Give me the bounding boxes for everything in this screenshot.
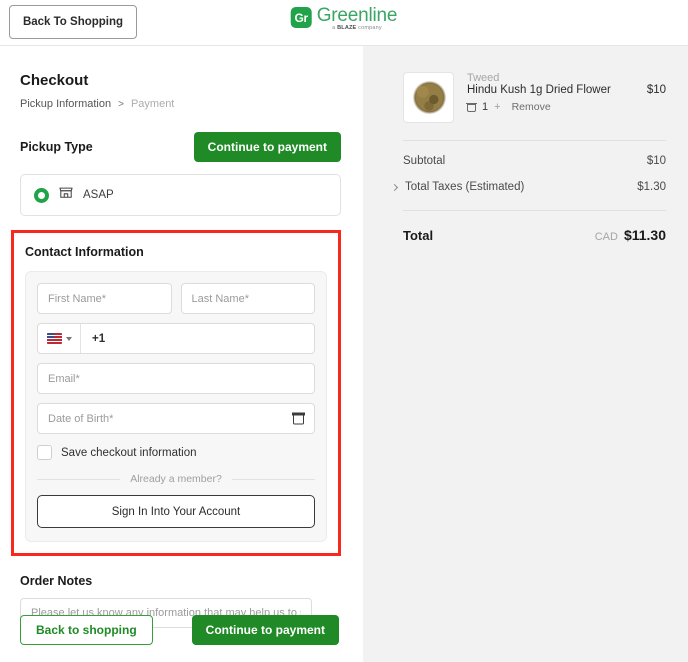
contact-information-title: Contact Information (25, 245, 327, 259)
cart-item: Tweed Hindu Kush 1g Dried Flower $10 1 +… (403, 72, 666, 123)
date-of-birth-input[interactable] (37, 403, 315, 434)
country-code-selector[interactable] (38, 324, 81, 353)
asap-label: ASAP (83, 189, 114, 201)
product-image (411, 79, 448, 116)
summary-divider-bottom (403, 210, 666, 211)
pickup-type-label: Pickup Type (20, 140, 93, 154)
asap-radio-selected-icon[interactable] (34, 188, 49, 203)
remove-item-link[interactable]: Remove (512, 101, 551, 113)
checkout-page: Back To Shopping Gr Greenline a BLAZE co… (0, 0, 688, 662)
contact-information-section: Contact Information +1 (11, 230, 341, 556)
breadcrumb-pickup-information[interactable]: Pickup Information (20, 98, 111, 110)
contact-form-card: +1 Save checkout information Already a m… (25, 271, 327, 542)
product-thumbnail (403, 72, 454, 123)
product-brand: Tweed (467, 72, 666, 84)
footer-actions: Back to shopping Continue to payment (20, 615, 339, 645)
already-a-member-divider: Already a member? (37, 473, 315, 485)
chevron-right-icon[interactable] (391, 183, 398, 190)
email-input[interactable] (37, 363, 315, 394)
date-of-birth-field (37, 403, 315, 434)
cart-item-details: Tweed Hindu Kush 1g Dried Flower $10 1 +… (467, 72, 666, 113)
pickup-type-row: Pickup Type Continue to payment (20, 132, 341, 162)
quantity-value: 1 (482, 101, 488, 113)
subtotal-value: $10 (647, 155, 666, 167)
increase-quantity-button[interactable]: + (494, 101, 500, 113)
us-flag-icon (47, 333, 62, 344)
calendar-icon[interactable] (293, 413, 304, 424)
taxes-value: $1.30 (637, 181, 666, 193)
summary-divider-top (403, 140, 666, 141)
phone-number-field[interactable]: +1 (37, 323, 315, 354)
pickup-option-asap[interactable]: ASAP (20, 174, 341, 216)
taxes-label-group: Total Taxes (Estimated) (403, 181, 524, 193)
continue-to-payment-button[interactable]: Continue to payment (192, 615, 339, 645)
top-bar: Back To Shopping Gr Greenline a BLAZE co… (0, 0, 688, 46)
name-field-row (37, 283, 315, 314)
order-summary-panel: Tweed Hindu Kush 1g Dried Flower $10 1 +… (363, 46, 688, 662)
total-currency: CAD (595, 231, 618, 243)
product-name-price-row: Hindu Kush 1g Dried Flower $10 (467, 84, 666, 96)
page-title: Checkout (20, 72, 363, 89)
logo-text-group: Greenline a BLAZE company (317, 5, 398, 31)
subtotal-label: Subtotal (403, 155, 445, 167)
logo-tagline-post: company (356, 25, 381, 31)
greenline-logo: Gr Greenline a BLAZE company (291, 5, 398, 31)
storefront-icon (59, 186, 73, 204)
last-name-input[interactable] (181, 283, 316, 314)
trash-icon[interactable] (467, 102, 476, 112)
breadcrumb-payment[interactable]: Payment (131, 98, 174, 110)
checkout-form-column: Checkout Pickup Information > Payment Pi… (0, 46, 363, 662)
logo-mark-icon: Gr (291, 7, 312, 28)
total-row: Total CAD $11.30 (403, 227, 666, 243)
save-checkout-information-checkbox[interactable] (37, 445, 52, 460)
logo-tagline: a BLAZE company (317, 25, 398, 31)
taxes-label: Total Taxes (Estimated) (405, 181, 524, 193)
phone-country-code: +1 (81, 333, 105, 345)
sign-in-button[interactable]: Sign In Into Your Account (37, 495, 315, 528)
product-name: Hindu Kush 1g Dried Flower (467, 84, 611, 96)
subtotal-row: Subtotal $10 (403, 155, 666, 167)
total-value: $11.30 (624, 227, 666, 243)
page-body: Checkout Pickup Information > Payment Pi… (0, 46, 688, 662)
logo-tagline-brand: BLAZE (337, 25, 356, 31)
breadcrumb: Pickup Information > Payment (20, 98, 363, 110)
first-name-input[interactable] (37, 283, 172, 314)
total-label: Total (403, 228, 433, 243)
product-price: $10 (647, 84, 666, 96)
taxes-row[interactable]: Total Taxes (Estimated) $1.30 (403, 181, 666, 193)
continue-to-payment-top-button[interactable]: Continue to payment (194, 132, 341, 162)
breadcrumb-separator-icon: > (118, 99, 124, 110)
quantity-stepper: 1 + Remove (467, 101, 666, 113)
email-field-row (37, 363, 315, 394)
order-notes-title: Order Notes (20, 574, 363, 588)
save-checkout-information-label: Save checkout information (61, 447, 197, 459)
back-to-shopping-top-button[interactable]: Back To Shopping (9, 5, 137, 39)
back-to-shopping-button[interactable]: Back to shopping (20, 615, 153, 645)
chevron-down-icon (66, 337, 72, 341)
total-amount-group: CAD $11.30 (595, 227, 666, 243)
save-checkout-information-row[interactable]: Save checkout information (37, 445, 315, 460)
logo-wordmark: Greenline (317, 5, 398, 27)
